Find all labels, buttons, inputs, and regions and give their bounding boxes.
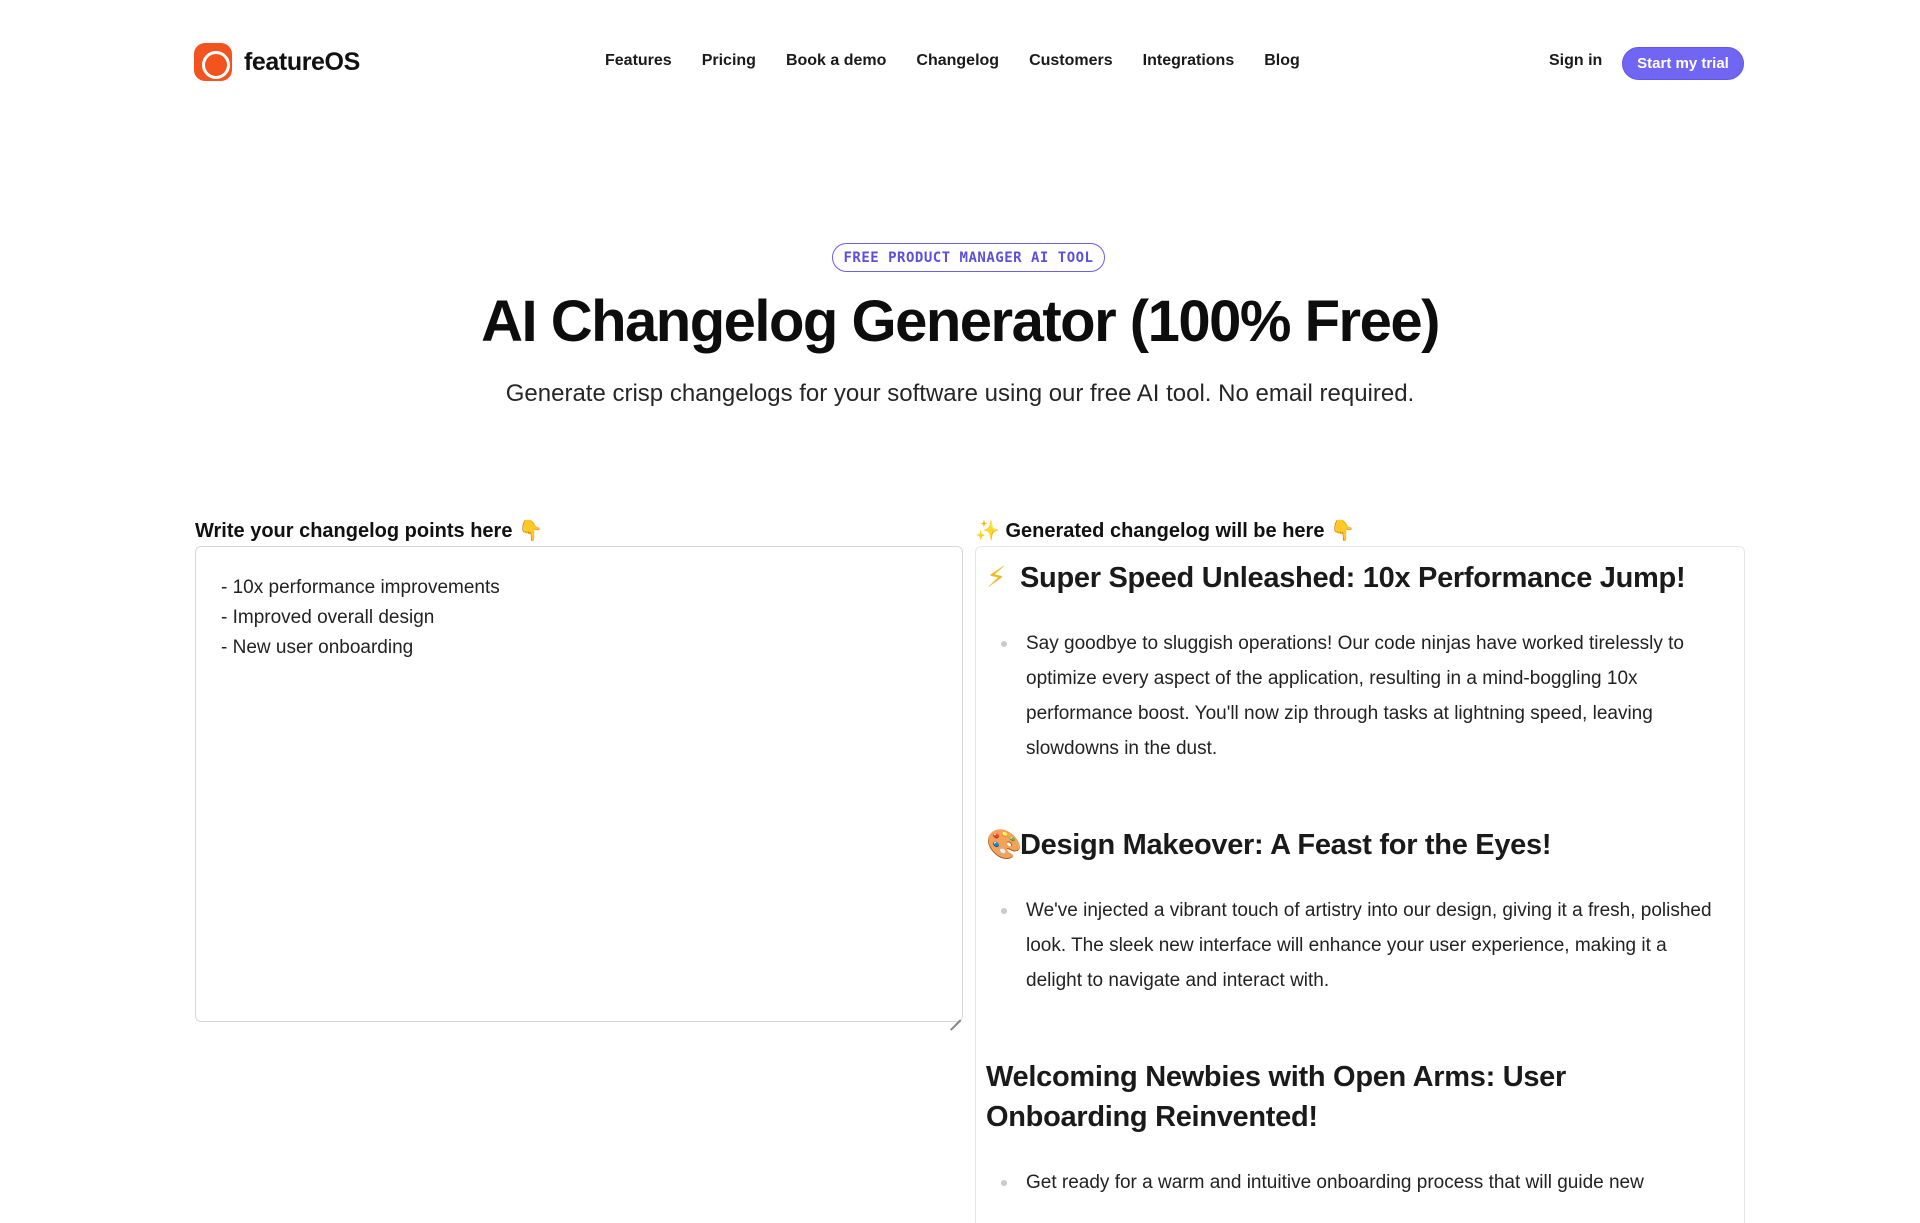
section-heading: Welcoming Newbies with Open Arms: User O… (986, 1061, 1566, 1133)
section-list: Say goodbye to sluggish operations! Our … (986, 626, 1726, 766)
sign-in-link[interactable]: Sign in (1549, 52, 1602, 70)
nav-link-features[interactable]: Features (605, 52, 672, 70)
resize-handle-icon[interactable] (950, 1009, 961, 1020)
section-item: We've injected a vibrant touch of artist… (986, 893, 1726, 998)
changelog-section: Welcoming Newbies with Open Arms: User O… (986, 1057, 1644, 1200)
nav-link-blog[interactable]: Blog (1264, 52, 1300, 70)
brand-name: featureOS (244, 47, 360, 76)
input-label: Write your changelog points here 👇 (195, 518, 543, 543)
changelog-points-textarea[interactable]: - 10x performance improvements - Improve… (195, 546, 963, 1022)
output-label-text: Generated changelog will be here (1005, 520, 1325, 542)
nav-link-book-demo[interactable]: Book a demo (786, 52, 886, 70)
input-label-text: Write your changelog points here (195, 520, 513, 542)
lightning-icon: ⚡ (986, 560, 1007, 594)
page-title: AI Changelog Generator (100% Free) (481, 289, 1440, 354)
start-trial-button[interactable]: Start my trial (1622, 47, 1744, 80)
section-list: We've injected a vibrant touch of artist… (986, 893, 1726, 998)
section-list: Get ready for a warm and intuitive onboa… (986, 1165, 1726, 1200)
changelog-section: 🎨Design Makeover: A Feast for the Eyes! … (986, 824, 1726, 998)
generated-changelog-panel: ⚡ Super Speed Unleashed: 10x Performance … (975, 546, 1745, 1223)
brand-logo[interactable]: featureOS (194, 43, 360, 81)
section-heading: 🎨Design Makeover: A Feast for the Eyes! (986, 824, 1726, 865)
pointing-down-icon: 👇 (518, 518, 543, 542)
section-heading: ⚡ Super Speed Unleashed: 10x Performance … (986, 557, 1726, 598)
section-item: Say goodbye to sluggish operations! Our … (986, 626, 1726, 766)
top-nav: featureOS Features Pricing Book a demo C… (0, 0, 1920, 126)
section-title: Design Makeover: A Feast for the Eyes! (1020, 829, 1552, 861)
section-item: Get ready for a warm and intuitive onboa… (986, 1165, 1726, 1200)
nav-link-changelog[interactable]: Changelog (916, 52, 999, 70)
nav-link-integrations[interactable]: Integrations (1143, 52, 1235, 70)
pointing-down-icon: 👇 (1330, 518, 1355, 542)
sparkles-icon: ✨ (975, 518, 1000, 542)
tool-badge: FREE PRODUCT MANAGER AI TOOL (832, 243, 1105, 272)
page-subtitle: Generate crisp changelogs for your softw… (505, 380, 1415, 407)
output-label: ✨ Generated changelog will be here 👇 (975, 518, 1355, 543)
main-menu: Features Pricing Book a demo Changelog C… (605, 52, 1300, 70)
nav-link-customers[interactable]: Customers (1029, 52, 1113, 70)
changelog-section: ⚡ Super Speed Unleashed: 10x Performance … (986, 557, 1726, 766)
featureos-logo-icon (194, 43, 232, 81)
section-title: Super Speed Unleashed: 10x Performance J… (1020, 562, 1686, 594)
palette-icon: 🎨 (986, 827, 1022, 861)
nav-link-pricing[interactable]: Pricing (702, 52, 756, 70)
